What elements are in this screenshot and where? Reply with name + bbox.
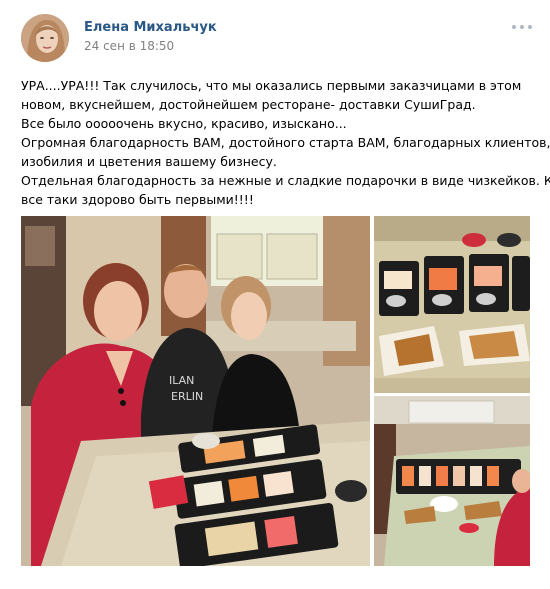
post-text-line: УРА....УРА!!! Так случилось, что мы оказ… bbox=[21, 78, 522, 93]
post-date-link[interactable]: 24 сен в 18:50 bbox=[84, 39, 174, 53]
post-text-line: все таки здорово быть первыми!!!! bbox=[21, 192, 254, 207]
avatar[interactable] bbox=[21, 14, 69, 62]
post-text-line: Огромная благодарность ВАМ, достойного с… bbox=[21, 135, 550, 150]
svg-text:ILAN: ILAN bbox=[169, 374, 194, 387]
svg-text:ERLIN: ERLIN bbox=[171, 390, 203, 403]
post-text-line: новом, вкуснейшем, достойнейшем ресторан… bbox=[21, 97, 476, 112]
more-horizontal-icon[interactable] bbox=[512, 22, 532, 32]
post-text-line: Отдельная благодарность за нежные и слад… bbox=[21, 173, 550, 188]
avatar-photo bbox=[21, 14, 69, 62]
post-text: УРА....УРА!!! Так случилось, что мы оказ… bbox=[21, 76, 550, 209]
post-photo-3[interactable] bbox=[374, 396, 530, 566]
post-photo-2[interactable] bbox=[374, 216, 530, 393]
post-photo-main[interactable]: ILAN ERLIN bbox=[21, 216, 370, 566]
post-text-line: изобилия и цветения вашему бизнесу. bbox=[21, 154, 277, 169]
author-name-link[interactable]: Елена Михальчук bbox=[84, 20, 217, 35]
post-text-line: Все было ооооочень вкусно, красиво, изыс… bbox=[21, 116, 347, 131]
wall-post: Елена Михальчук 24 сен в 18:50 УРА....УР… bbox=[0, 0, 550, 589]
